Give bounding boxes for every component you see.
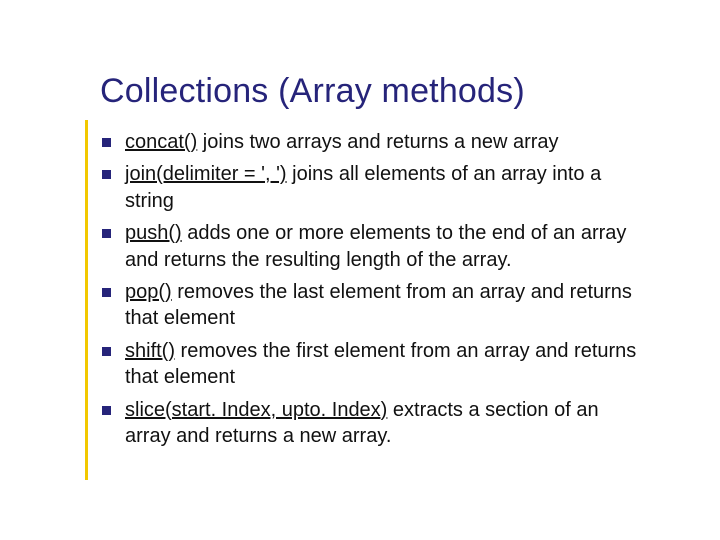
method-desc: removes the first element from an array …: [125, 340, 636, 388]
slide: Collections (Array methods) concat() joi…: [0, 0, 720, 540]
method-name: pop(): [125, 281, 172, 303]
list-item: pop() removes the last element from an a…: [102, 279, 640, 332]
list-item-body: concat() joins two arrays and returns a …: [125, 129, 640, 155]
list-item: push() adds one or more elements to the …: [102, 220, 640, 273]
list-item: join(delimiter = ', ') joins all element…: [102, 161, 640, 214]
list-item: slice(start. Index, upto. Index) extract…: [102, 397, 640, 450]
method-name: push(): [125, 222, 182, 244]
square-bullet-icon: [102, 170, 111, 179]
list-item-body: push() adds one or more elements to the …: [125, 220, 640, 273]
method-name: concat(): [125, 131, 197, 153]
square-bullet-icon: [102, 406, 111, 415]
method-name: join(delimiter = ', '): [125, 163, 287, 185]
list-item-body: shift() removes the first element from a…: [125, 338, 640, 391]
list-item: concat() joins two arrays and returns a …: [102, 129, 640, 155]
accent-line: [85, 120, 88, 480]
list-item: shift() removes the first element from a…: [102, 338, 640, 391]
method-desc: adds one or more elements to the end of …: [125, 222, 626, 270]
list-item-body: join(delimiter = ', ') joins all element…: [125, 161, 640, 214]
method-name: shift(): [125, 340, 175, 362]
method-desc: joins two arrays and returns a new array: [197, 131, 558, 153]
square-bullet-icon: [102, 347, 111, 356]
list-item-body: pop() removes the last element from an a…: [125, 279, 640, 332]
method-name: slice(start. Index, upto. Index): [125, 399, 387, 421]
list-item-body: slice(start. Index, upto. Index) extract…: [125, 397, 640, 450]
square-bullet-icon: [102, 229, 111, 238]
bullet-list: concat() joins two arrays and returns a …: [102, 129, 640, 449]
square-bullet-icon: [102, 138, 111, 147]
method-desc: removes the last element from an array a…: [125, 281, 632, 329]
slide-title: Collections (Array methods): [100, 72, 680, 111]
square-bullet-icon: [102, 288, 111, 297]
